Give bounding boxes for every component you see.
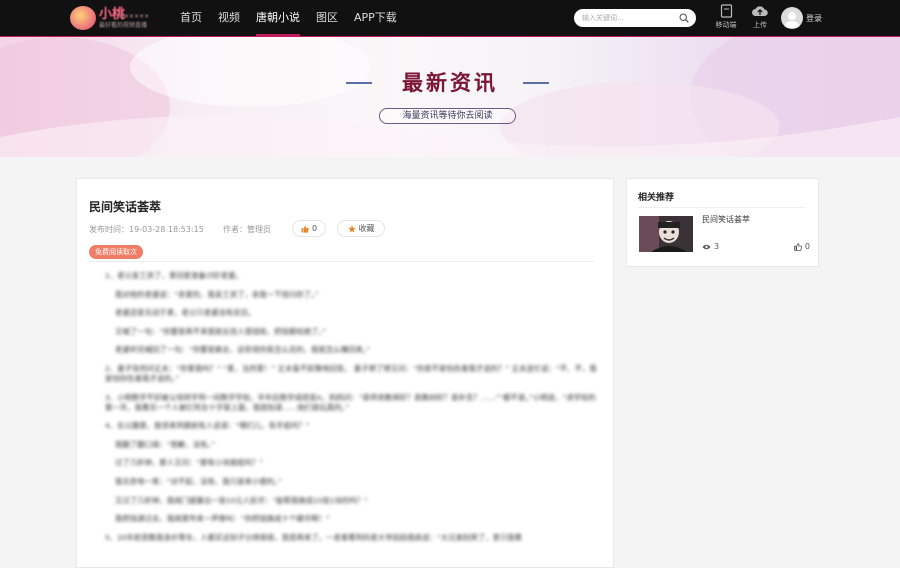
- free-read-badge: 免费阅读取次: [89, 245, 143, 259]
- search-icon[interactable]: [679, 13, 689, 23]
- sidebar-divider: [638, 207, 806, 208]
- logo-mascot-icon: [70, 6, 96, 30]
- article-card: 民间笑话荟萃 发布时间：19-03-28 18:53:15 作者：管理员 0 收…: [76, 178, 614, 568]
- cloud-upload-icon: [752, 6, 768, 16]
- article-title: 民间笑话荟萃: [89, 200, 162, 214]
- recommendation-title[interactable]: 民间笑话荟萃: [702, 214, 750, 225]
- paragraph: 过了几秒钟，那人又问：“那有小块报纸吗？”: [115, 458, 264, 468]
- paragraph: 我对他的老婆说：“亲爱的，我发工资了，亲我一下钱归你了。”: [115, 289, 319, 299]
- nav-item-novels[interactable]: 唐朝小说: [248, 0, 308, 36]
- paragraph: 5、20年前曾教我身价等车，人都买这别子分得很很，我曾再来了。一老者看到的老大爷…: [105, 532, 523, 542]
- paragraph: 老婆听完喊回了一句：“你要是敢去，这些钱你是怎么花的，我就怎么赚回来。”: [115, 345, 371, 355]
- nav-item-gallery[interactable]: 图区: [308, 0, 346, 36]
- nav-item-video[interactable]: 视频: [210, 0, 248, 36]
- like-count: 0: [794, 242, 810, 251]
- mobile-icon: [720, 4, 732, 18]
- avatar[interactable]: [781, 7, 803, 29]
- related-recommendations: 相关推荐 民间笑话荟萃 3 0: [626, 178, 819, 267]
- favorite-button[interactable]: 收藏: [337, 220, 385, 237]
- banner-decoration: [0, 37, 900, 157]
- sidebar-title: 相关推荐: [638, 193, 675, 203]
- like-count: 0: [311, 224, 318, 233]
- search-box: [574, 9, 696, 27]
- favorite-label: 收藏: [358, 224, 375, 233]
- publish-time: 发布时间：19-03-28 18:53:15: [89, 225, 204, 234]
- user-icon: [784, 11, 800, 28]
- view-count-value: 3: [714, 242, 720, 251]
- site-logo[interactable]: 小桃 最好看的视频直播 ××××××: [70, 5, 166, 31]
- article-body: 1、老公发工资了，拿回家准备讨好老婆。 我对他的老婆说：“亲爱的，我发工资了，亲…: [87, 271, 597, 551]
- divider: [89, 261, 595, 262]
- paragraph: 我把钱递过去，我闻里传来一声惨叫：“你把钱换成十个硬币啊！”: [115, 514, 330, 524]
- paragraph: 我无奈地一笑：“对不起，没有，我只是来小便的。”: [115, 476, 282, 486]
- upload-button[interactable]: 上传: [742, 4, 778, 30]
- view-count: 3: [702, 242, 719, 251]
- login-link[interactable]: 登录: [806, 13, 822, 24]
- news-banner: 最新资讯 海量资讯等待你去阅读: [0, 36, 900, 157]
- paragraph: 老婆还是无动于衷，老公只老婆没有反应。: [115, 308, 256, 318]
- like-button[interactable]: 0: [292, 220, 326, 237]
- paragraph: 又喊了一句：“你要是再不来我就去找人借钱啦，把钱都给她了。”: [115, 326, 326, 336]
- eye-icon: [702, 244, 711, 249]
- banner-title: 最新资讯: [402, 71, 498, 95]
- paragraph: 3、小明数学不好被父母转学到一间数学学校。半年后数学成绩变A，妈妈问：“是师资教…: [105, 392, 596, 412]
- thumbs-up-icon: [301, 225, 309, 233]
- logo-small-text: ××××××: [119, 13, 150, 20]
- banner-subtitle: 海量资讯等待你去阅读: [379, 108, 516, 124]
- mobile-button[interactable]: 移动端: [708, 4, 744, 30]
- upload-label: 上传: [753, 21, 767, 29]
- title-dash-right: [523, 82, 549, 84]
- thumbnail-image: [639, 216, 693, 252]
- mobile-label: 移动端: [715, 21, 737, 29]
- recommendation-thumbnail[interactable]: [639, 216, 693, 252]
- author: 作者：管理员: [223, 225, 271, 234]
- like-count-value: 0: [804, 242, 810, 251]
- thumbs-up-outline-icon: [794, 242, 802, 251]
- paragraph: 又过了几秒钟，我闻门缝塞出一张10元人民币：“能帮我换成10张1块的吗？”: [115, 495, 368, 505]
- paragraph: 4、在公園里，我领来到跟前有人说道：“喂们儿，有手纸吗？”: [105, 421, 310, 431]
- paragraph: 2、妻子突然问丈夫：“你爱我吗？” “爱，当然爱！” 丈夫毫不犹豫地回答。 妻子…: [105, 363, 597, 383]
- search-input[interactable]: [582, 11, 678, 25]
- paragraph: 1、老公发工资了，拿回家准备讨好老婆。: [105, 271, 243, 280]
- logo-tagline: 最好看的视频直播: [99, 21, 148, 29]
- nav-item-app-download[interactable]: APP下载: [346, 0, 405, 36]
- top-navigation-bar: 小桃 最好看的视频直播 ×××××× 首页 视频 唐朝小说 图区 APP下载 移…: [0, 0, 900, 36]
- paragraph: 我翻了翻口袋：“抱歉，没有。”: [115, 439, 216, 449]
- main-nav: 首页 视频 唐朝小说 图区 APP下载: [172, 0, 405, 36]
- star-icon: [347, 224, 356, 232]
- nav-item-home[interactable]: 首页: [172, 0, 210, 36]
